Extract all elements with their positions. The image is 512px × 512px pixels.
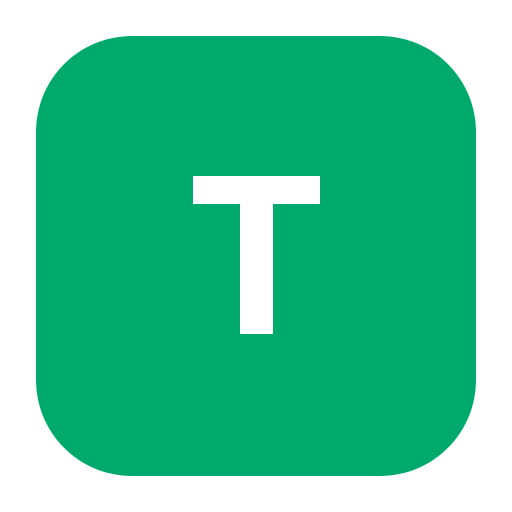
letter-t-icon	[193, 176, 320, 334]
letter-t-stem	[240, 204, 273, 334]
icon-canvas: T	[0, 0, 512, 512]
letter-t-crossbar	[193, 176, 320, 204]
